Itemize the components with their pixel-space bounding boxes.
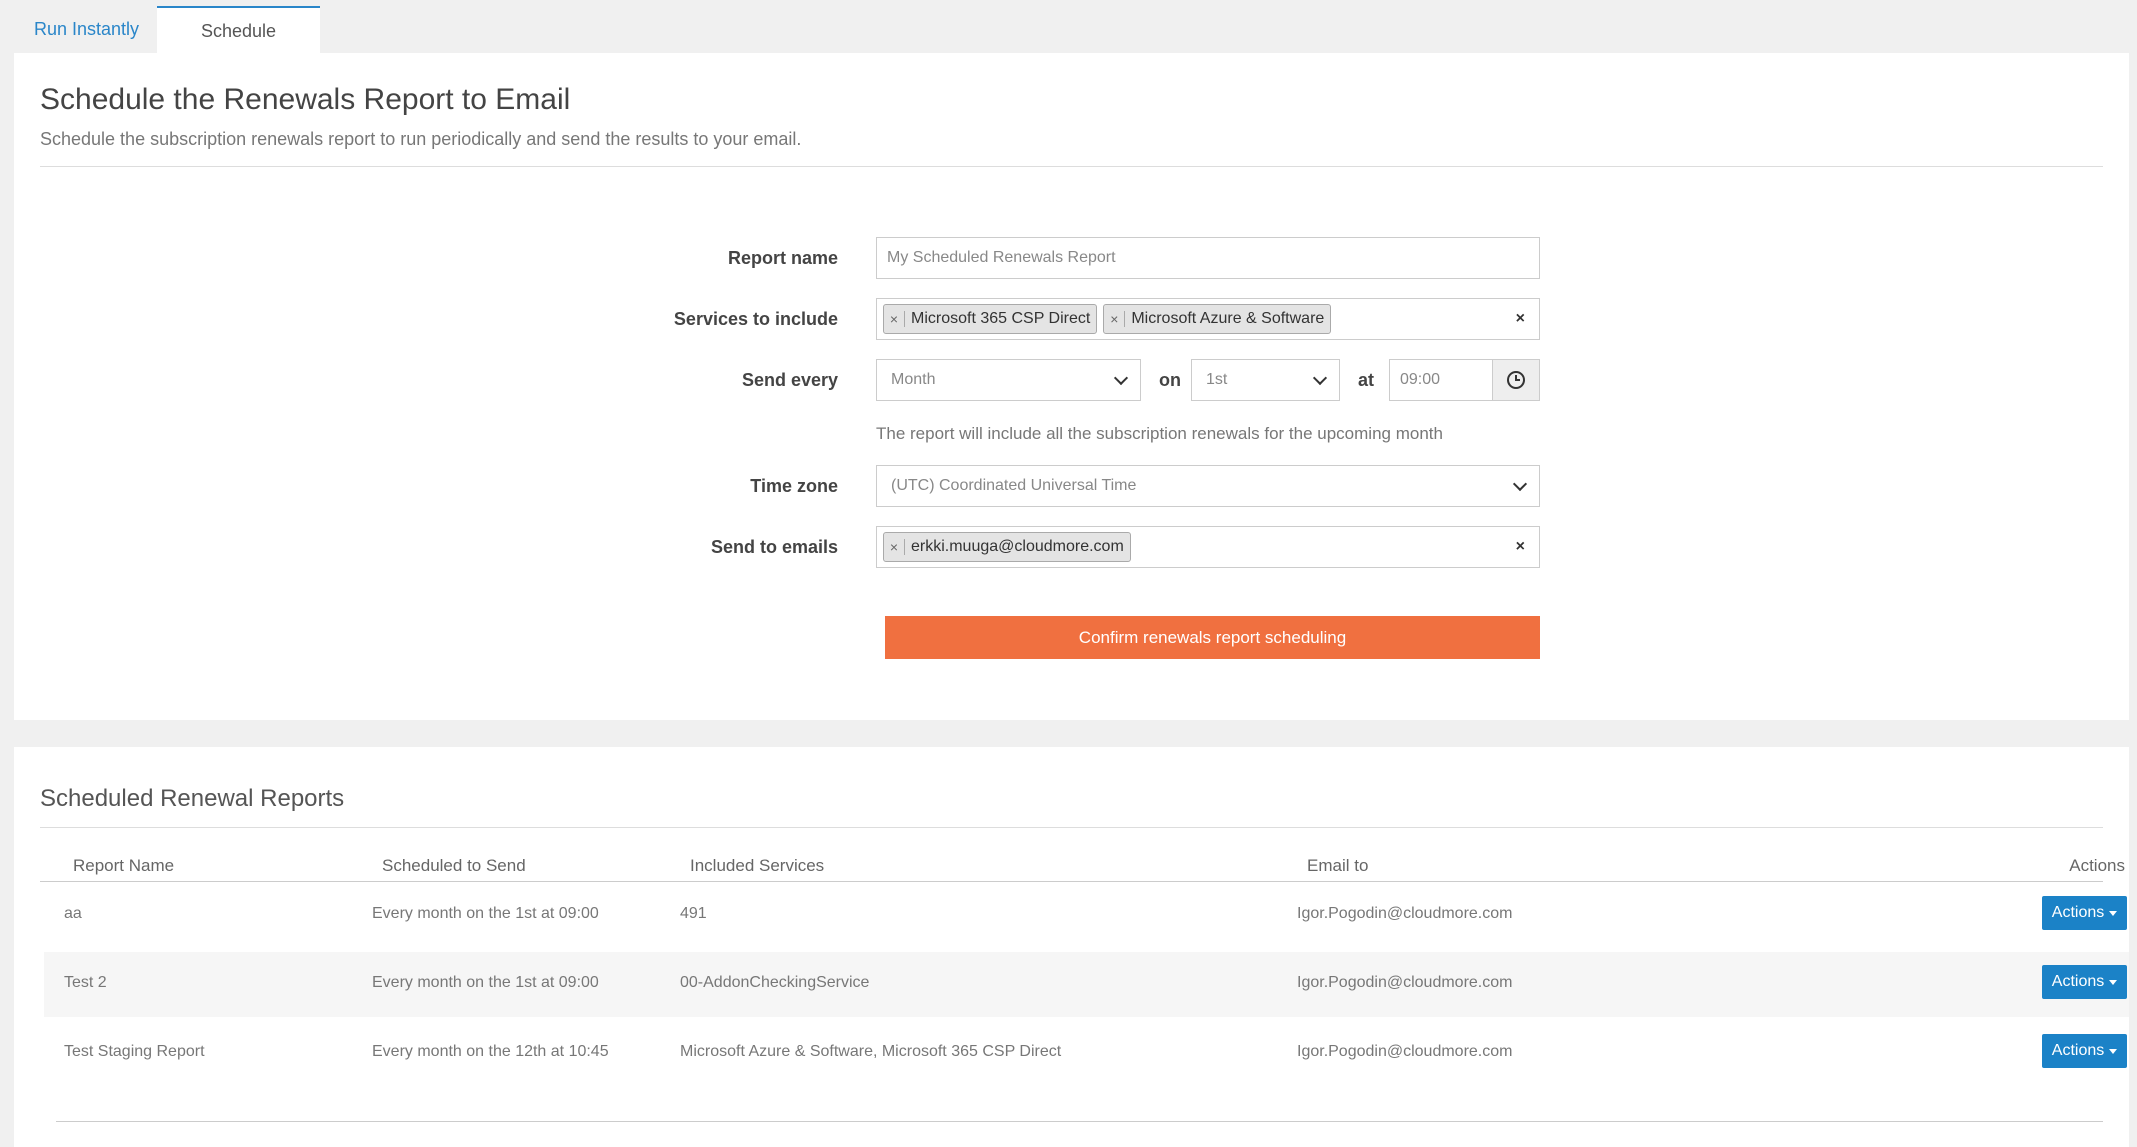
column-header: Included Services [690, 856, 825, 875]
send-every-label: Send every [741, 370, 838, 390]
schedule-cell: Every month on the 1st at 09:00 [372, 905, 599, 922]
caret-down-icon [2109, 979, 2118, 985]
time-picker-button[interactable] [1492, 359, 1540, 401]
schedule-cell: Every month on the 12th at 10:45 [372, 1043, 609, 1060]
clock-icon [1507, 371, 1525, 389]
actions-label: Actions [2051, 904, 2105, 921]
day-value: 1st [1206, 371, 1228, 388]
period-select[interactable]: Month [876, 359, 1141, 401]
actions-label: Actions [2051, 973, 2105, 990]
services-multiselect[interactable]: × Microsoft 365 CSP Direct × Microsoft A… [876, 298, 1540, 340]
column-header: Scheduled to Send [382, 856, 526, 875]
tab-run-instantly[interactable]: Run Instantly [16, 6, 157, 53]
services-cell: 00-AddonCheckingService [680, 974, 870, 991]
schedule-hint: The report will include all the subscrip… [876, 424, 1443, 443]
report-name-value: My Scheduled Renewals Report [887, 249, 1116, 266]
actions-dropdown-button[interactable]: Actions [2042, 896, 2127, 930]
caret-down-icon [2109, 910, 2118, 916]
email-cell: Igor.Pogodin@cloudmore.com [1297, 1043, 1513, 1060]
schedule-cell: Every month on the 1st at 09:00 [372, 974, 599, 991]
on-label: on [1159, 370, 1181, 390]
report-name-cell: aa [64, 905, 82, 922]
reports-panel: Scheduled Renewal Reports Report Name Sc… [14, 747, 2129, 1147]
column-header: Report Name [73, 856, 175, 875]
timezone-value: (UTC) Coordinated Universal Time [891, 477, 1137, 494]
actions-dropdown-button[interactable]: Actions [2042, 1034, 2127, 1068]
divider [40, 827, 2103, 828]
column-header: Email to [1307, 856, 1369, 875]
service-tag-label: Microsoft 365 CSP Direct [911, 310, 1091, 327]
clear-emails-icon[interactable]: × [1516, 538, 1525, 556]
tab-schedule-report[interactable]: Schedule Report [157, 6, 320, 88]
period-value: Month [891, 371, 936, 388]
email-tag-label: erkki.muuga@cloudmore.com [911, 538, 1124, 555]
time-value: 09:00 [1400, 371, 1441, 388]
service-tag: × Microsoft Azure & Software [1103, 304, 1332, 334]
emails-multiselect[interactable]: × erkki.muuga@cloudmore.com × [876, 526, 1540, 568]
actions-dropdown-button[interactable]: Actions [2042, 965, 2127, 999]
column-header: Actions [2069, 856, 2125, 875]
schedule-panel: Schedule the Renewals Report to Email Sc… [14, 53, 2129, 720]
time-input[interactable]: 09:00 [1389, 359, 1493, 401]
confirm-scheduling-button[interactable]: Confirm renewals report scheduling [885, 616, 1540, 659]
email-tag: × erkki.muuga@cloudmore.com [883, 532, 1131, 562]
email-cell: Igor.Pogodin@cloudmore.com [1297, 974, 1513, 991]
divider [40, 166, 2103, 167]
email-cell: Igor.Pogodin@cloudmore.com [1297, 905, 1513, 922]
report-name-label: Report name [727, 248, 838, 268]
actions-label: Actions [2051, 1042, 2105, 1059]
service-tag-label: Microsoft Azure & Software [1131, 310, 1325, 327]
service-tag: × Microsoft 365 CSP Direct [883, 304, 1098, 334]
services-cell: 491 [680, 905, 707, 922]
report-name-input[interactable]: My Scheduled Renewals Report [876, 237, 1540, 279]
tab-bar: Run Instantly Schedule Report [0, 0, 2137, 88]
timezone-select[interactable]: (UTC) Coordinated Universal Time [876, 465, 1540, 507]
table-row: aa Every month on the 1st at 09:00 491 I… [44, 883, 2129, 948]
divider [56, 1121, 2103, 1122]
page-title: Schedule the Renewals Report to Email [40, 83, 571, 116]
day-select[interactable]: 1st [1191, 359, 1340, 401]
services-cell: Microsoft Azure & Software, Microsoft 36… [680, 1043, 1062, 1060]
clear-services-icon[interactable]: × [1516, 310, 1525, 328]
services-label: Services to include [673, 309, 838, 329]
table-row: Test 2 Every month on the 1st at 09:00 0… [44, 952, 2129, 1017]
divider [40, 881, 2103, 882]
timezone-label: Time zone [750, 476, 838, 496]
report-name-cell: Test Staging Report [64, 1043, 205, 1060]
tag-remove-icon[interactable]: × [884, 539, 905, 555]
at-label: at [1358, 370, 1375, 390]
page-subtitle: Schedule the subscription renewals repor… [40, 129, 802, 149]
caret-down-icon [2109, 1048, 2118, 1054]
tag-remove-icon[interactable]: × [884, 311, 905, 327]
report-name-cell: Test 2 [64, 974, 107, 991]
reports-title: Scheduled Renewal Reports [40, 785, 345, 812]
table-row: Test Staging Report Every month on the 1… [44, 1021, 2129, 1086]
emails-label: Send to emails [710, 537, 838, 557]
tag-remove-icon[interactable]: × [1104, 311, 1126, 327]
